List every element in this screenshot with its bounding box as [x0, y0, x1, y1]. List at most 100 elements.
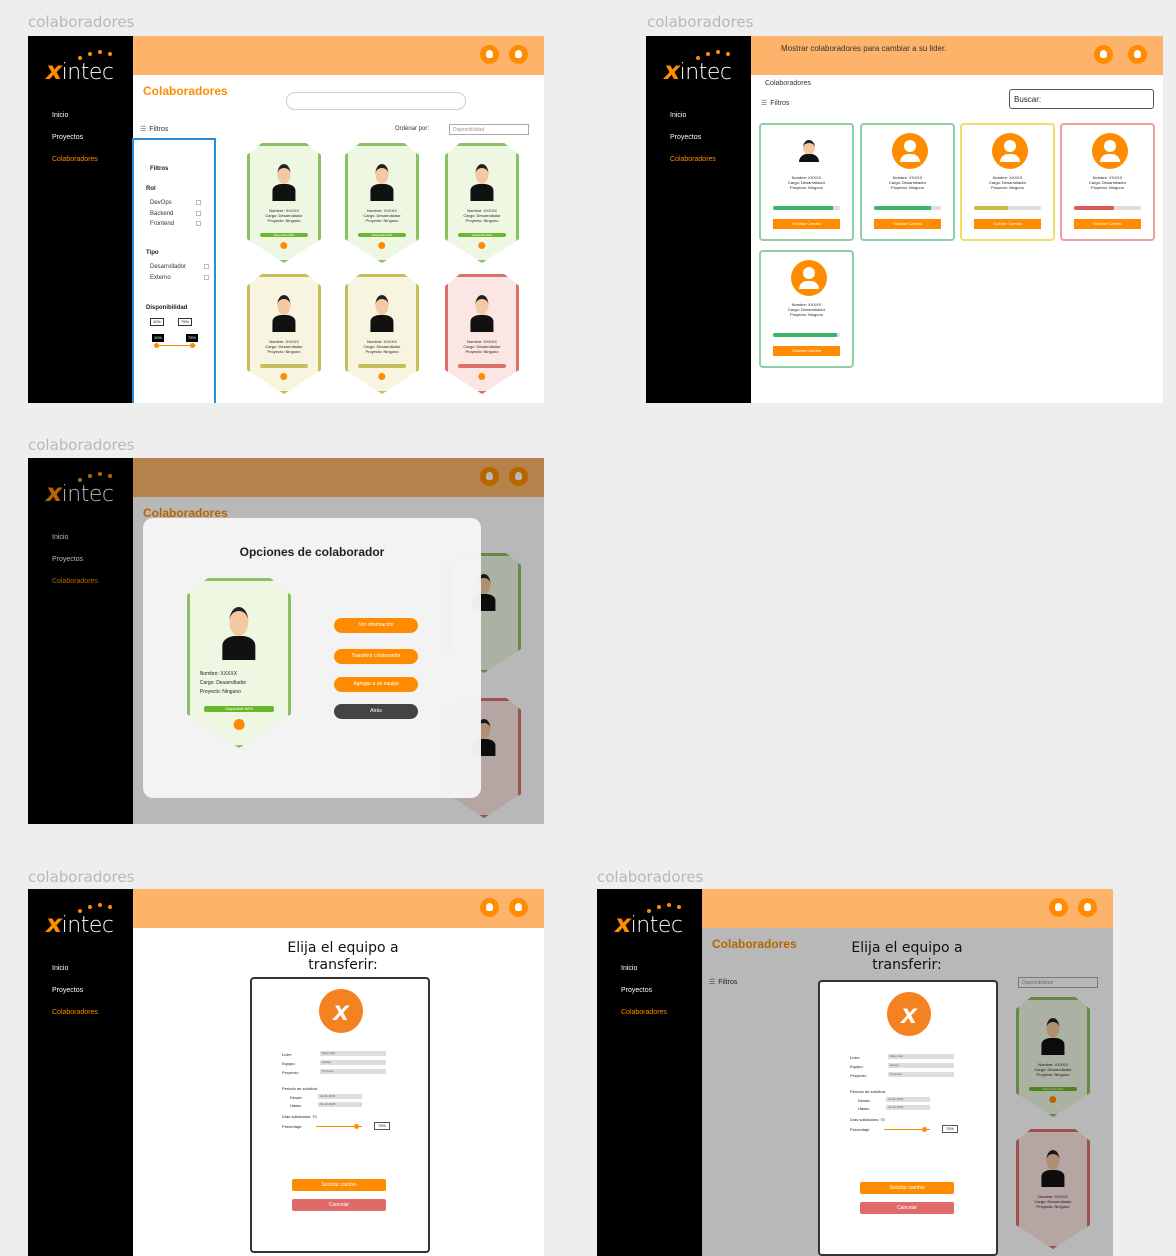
to-date[interactable]: 30-12-2025: [318, 1102, 362, 1107]
sort-select[interactable]: Disponibilidad: [449, 124, 529, 135]
filter-disponibilidad[interactable]: Disponibilidad: [146, 305, 187, 311]
nav-proyectos[interactable]: Proyectos: [52, 134, 83, 141]
nav-colaboradores[interactable]: Colaboradores: [52, 156, 98, 163]
transfer-panel: x Líder: Elige líder Equipo: Equipo Proy…: [818, 980, 998, 1256]
nav-proyectos[interactable]: Proyectos: [52, 987, 83, 994]
request-change-button[interactable]: Solicitar cambio: [860, 1182, 954, 1194]
nav-colaboradores[interactable]: Colaboradores: [52, 1009, 98, 1016]
collaborator-card[interactable]: Nombre: XXXXX Cargo: Desarrollador Proyect…: [445, 274, 519, 394]
collaborator-card[interactable]: Nombre: XXXXX Cargo: Desarrollador Proyect…: [345, 143, 419, 263]
externo-checkbox[interactable]: [204, 275, 209, 280]
frame-colaboradores-leader: xintec Inicio Proyectos Colaboradores Mo…: [646, 36, 1163, 403]
back-button[interactable]: Atrás: [334, 704, 418, 719]
collaborator-card[interactable]: Nombre: XXXXX Cargo: Desarrollador Proyect…: [960, 123, 1055, 241]
collaborator-card[interactable]: Nombre: XXXXX Cargo: Desarrollador Proyect…: [759, 250, 854, 368]
nav-inicio[interactable]: Inicio: [621, 965, 637, 972]
request-change-button[interactable]: Solicitar Cambio: [773, 346, 840, 356]
min-field[interactable]: 10%: [150, 318, 164, 326]
nav-proyectos[interactable]: Proyectos: [670, 134, 701, 141]
collaborator-card[interactable]: Nombre: XXXXX Cargo: Desarrollador Proyect…: [445, 143, 519, 263]
team-select[interactable]: Equipo: [320, 1060, 386, 1065]
notification-icon[interactable]: [1049, 898, 1068, 917]
collaborator-card[interactable]: Nombre: XXXXX Cargo: Desarrollador Proyect…: [247, 143, 321, 263]
xintec-logo: xintec: [615, 909, 683, 938]
collaborator-card[interactable]: Nombre: XXXXX Cargo: Desarrollador Proyect…: [1060, 123, 1155, 241]
nav-inicio[interactable]: Inicio: [670, 112, 686, 119]
topbar: [702, 889, 1113, 928]
nav-inicio[interactable]: Inicio: [52, 112, 68, 119]
xintec-badge-icon: [233, 718, 245, 730]
percent-slider[interactable]: [884, 1127, 930, 1132]
percent-value[interactable]: 75%: [942, 1125, 958, 1133]
min-tooltip: 10%: [152, 334, 164, 342]
avatar: [272, 295, 296, 332]
request-change-button[interactable]: Solicitar cambio: [292, 1179, 386, 1191]
notification-icon[interactable]: [480, 898, 499, 917]
page-title: Colaboradores: [143, 84, 228, 98]
collaborator-card[interactable]: Nombre: XXXXX Cargo: Desarrollador Proyect…: [860, 123, 955, 241]
team-select[interactable]: Equipo: [888, 1063, 954, 1068]
request-change-button[interactable]: Solicitar Cambio: [874, 219, 941, 229]
collaborator-card[interactable]: Nombre: XXXXX Cargo: Desarrollador Proyect…: [247, 274, 321, 394]
status-badge: [259, 363, 309, 368]
request-change-button[interactable]: Solicitar Cambio: [773, 219, 840, 229]
availability-bar: [874, 206, 941, 210]
nav-colaboradores[interactable]: Colaboradores: [621, 1009, 667, 1016]
user-icon[interactable]: [509, 898, 528, 917]
status-badge: [457, 363, 507, 368]
project-label: Proyecto:: [850, 1073, 867, 1078]
filter-panel: Filtros Rol DevOps Backend Frontend Tipo…: [132, 138, 216, 403]
frame-colaboradores-filters: xintec Inicio Proyectos Colaboradores Co…: [28, 36, 544, 403]
project-select[interactable]: Proyecto: [888, 1072, 954, 1077]
user-icon[interactable]: [509, 45, 528, 64]
devops-checkbox[interactable]: [196, 200, 201, 205]
xintec-badge-icon: x: [887, 992, 931, 1036]
option-desarrollador: Desarrollador: [150, 264, 187, 270]
leader-select[interactable]: Elige líder: [888, 1054, 954, 1059]
period-label: Periodo de solicitud:: [850, 1089, 887, 1094]
nav-colaboradores[interactable]: Colaboradores: [670, 156, 716, 163]
xintec-badge-icon: x: [319, 989, 363, 1033]
cancel-button[interactable]: Cancelar: [860, 1202, 954, 1214]
user-icon[interactable]: [1078, 898, 1097, 917]
notification-icon[interactable]: [480, 45, 499, 64]
cancel-button[interactable]: Cancelar: [292, 1199, 386, 1211]
nav-proyectos[interactable]: Proyectos: [621, 987, 652, 994]
selected-collaborator-card: Nombre: XXXXX Cargo: Desarrollador Proyect…: [187, 578, 291, 748]
leader-select[interactable]: Elige líder: [320, 1051, 386, 1056]
to-date[interactable]: 30-12-2025: [886, 1105, 930, 1110]
transfer-button[interactable]: Transferir colaborador: [334, 649, 418, 664]
card-info: Nombre: XXXXX Cargo: Desarrollador Proyect…: [265, 207, 303, 223]
percent-slider[interactable]: [316, 1124, 362, 1129]
percent-value[interactable]: 75%: [374, 1122, 390, 1130]
project-select[interactable]: Proyecto: [320, 1069, 386, 1074]
request-change-button[interactable]: Solicitar Cambio: [974, 219, 1041, 229]
nav-inicio[interactable]: Inicio: [52, 965, 68, 972]
modal-title: Opciones de colaborador: [239, 545, 385, 559]
collaborator-card[interactable]: Nombre: XXXXX Cargo: Desarrollador Proyect…: [759, 123, 854, 241]
view-info-button[interactable]: Ver información: [334, 618, 418, 633]
status-badge: [357, 363, 407, 368]
max-field[interactable]: 75%: [178, 318, 192, 326]
add-to-team-button[interactable]: Agregar a un equipo: [334, 677, 418, 692]
filter-tipo[interactable]: Tipo: [146, 250, 159, 256]
request-change-button[interactable]: Solicitar Cambio: [1074, 219, 1141, 229]
from-date[interactable]: 01-01-2025: [318, 1094, 362, 1099]
filter-rol[interactable]: Rol: [146, 186, 156, 192]
backend-checkbox[interactable]: [196, 211, 201, 216]
filters-button[interactable]: Filtros: [761, 99, 789, 107]
notification-icon[interactable]: [1094, 45, 1113, 64]
avatar: [370, 295, 394, 332]
from-date[interactable]: 01-01-2025: [886, 1097, 930, 1102]
desarrollador-checkbox[interactable]: [204, 264, 209, 269]
frontend-checkbox[interactable]: [196, 221, 201, 226]
availability-slider[interactable]: [154, 343, 196, 348]
search-input[interactable]: [286, 92, 466, 110]
user-icon[interactable]: [1128, 45, 1147, 64]
filters-button[interactable]: Filtros: [140, 125, 168, 133]
search-input[interactable]: Buscar:: [1009, 89, 1154, 109]
avatar: [222, 607, 256, 660]
from-label: Desde:: [858, 1098, 871, 1103]
card-info: Nombre: XXXXX Cargo: Desarrollador Proyect…: [463, 338, 501, 354]
collaborator-card[interactable]: Nombre: XXXXX Cargo: Desarrollador Proyect…: [345, 274, 419, 394]
